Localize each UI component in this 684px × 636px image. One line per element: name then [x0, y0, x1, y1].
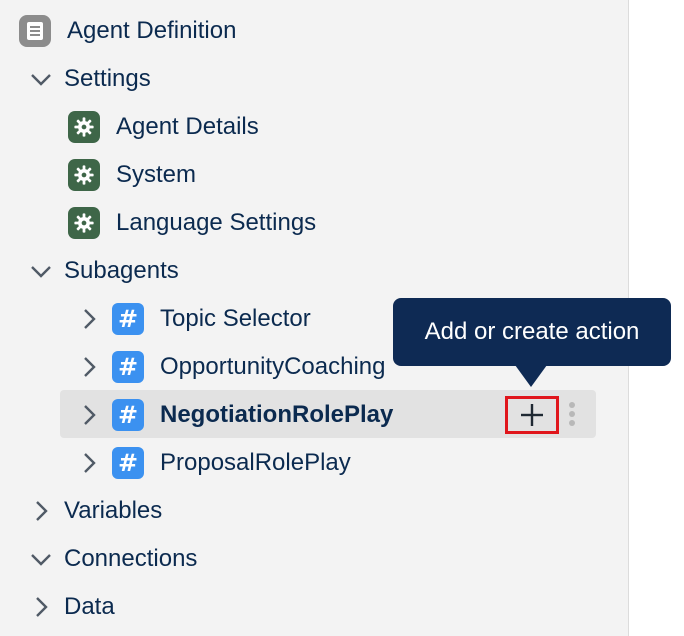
tree-item-label: OpportunityCoaching [160, 353, 386, 380]
tree-item-label: NegotiationRolePlay [160, 401, 394, 428]
agent-explorer-panel: Agent Definition Settings Agent Details … [0, 0, 671, 636]
hash-icon: # [112, 351, 144, 383]
gear-icon [68, 159, 100, 191]
tooltip-arrow [515, 365, 547, 387]
hash-icon: # [112, 399, 144, 431]
tree-item-subagents[interactable]: Subagents [28, 247, 179, 295]
chevron-right-icon[interactable] [76, 402, 102, 428]
tree-item-opportunity-coaching[interactable]: # OpportunityCoaching [76, 343, 385, 391]
tree-item-label: ProposalRolePlay [160, 449, 351, 476]
chevron-right-icon[interactable] [28, 498, 54, 524]
hash-icon: # [112, 303, 144, 335]
tree-item-label: Language Settings [116, 209, 317, 236]
tree-item-label: Settings [64, 65, 151, 92]
tooltip-text: Add or create action [424, 318, 640, 345]
tree-item-negotiation-role-play[interactable]: # NegotiationRolePlay [76, 391, 393, 439]
tree-item-proposal-role-play[interactable]: # ProposalRolePlay [76, 439, 351, 487]
chevron-right-icon[interactable] [76, 306, 102, 332]
tree-item-label: Subagents [64, 257, 179, 284]
plus-icon [521, 404, 543, 426]
tree-item-variables[interactable]: Variables [28, 487, 162, 535]
add-action-button[interactable] [505, 396, 559, 434]
tree-item-language-settings[interactable]: Language Settings [68, 199, 316, 247]
chevron-right-icon[interactable] [28, 594, 54, 620]
tree-item-label: Agent Details [116, 113, 259, 140]
tree-item-label: Variables [64, 497, 163, 524]
tree-item-system[interactable]: System [68, 151, 196, 199]
tree-item-label: Connections [64, 545, 198, 572]
tree-item-label: Topic Selector [160, 305, 311, 332]
tooltip-add-action: Add or create action [393, 298, 671, 366]
gear-icon [68, 111, 100, 143]
gear-icon [68, 207, 100, 239]
document-icon [19, 15, 51, 47]
chevron-down-icon[interactable] [28, 258, 54, 284]
tree-item-label: System [116, 161, 197, 188]
tree-item-topic-selector[interactable]: # Topic Selector [76, 295, 311, 343]
more-options-icon[interactable] [566, 398, 578, 430]
chevron-right-icon[interactable] [76, 450, 102, 476]
tree-item-agent-definition[interactable]: Agent Definition [19, 7, 236, 55]
hash-icon: # [112, 447, 144, 479]
tree-item-agent-details[interactable]: Agent Details [68, 103, 259, 151]
chevron-right-icon[interactable] [76, 354, 102, 380]
tree-item-label: Data [64, 593, 115, 620]
tree-item-data[interactable]: Data [28, 583, 115, 631]
tree-item-label: Agent Definition [67, 17, 237, 44]
tree-item-settings[interactable]: Settings [28, 55, 151, 103]
chevron-down-icon[interactable] [28, 546, 54, 572]
tree-item-connections[interactable]: Connections [28, 535, 197, 583]
chevron-down-icon[interactable] [28, 66, 54, 92]
